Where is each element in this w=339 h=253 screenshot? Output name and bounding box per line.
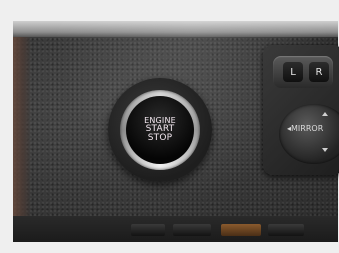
stop-label: STOP (147, 133, 173, 144)
mirror-left-button[interactable]: L (283, 62, 303, 82)
mirror-label: ◂MIRROR (287, 124, 324, 133)
console-slot (221, 224, 261, 236)
engine-start-stop-button[interactable]: ENGINE START STOP (126, 96, 194, 164)
lower-console (13, 216, 338, 242)
mirror-up-arrow-icon (322, 112, 328, 116)
console-slot (268, 224, 304, 236)
mirror-down-arrow-icon (322, 148, 328, 152)
console-slot (173, 224, 211, 236)
upper-trim (13, 21, 338, 37)
console-slot (131, 224, 165, 236)
left-trim (13, 37, 31, 242)
mirror-right-button[interactable]: R (309, 62, 329, 82)
image-frame: ENGINE START STOP L R ◂MIRROR (0, 0, 339, 253)
